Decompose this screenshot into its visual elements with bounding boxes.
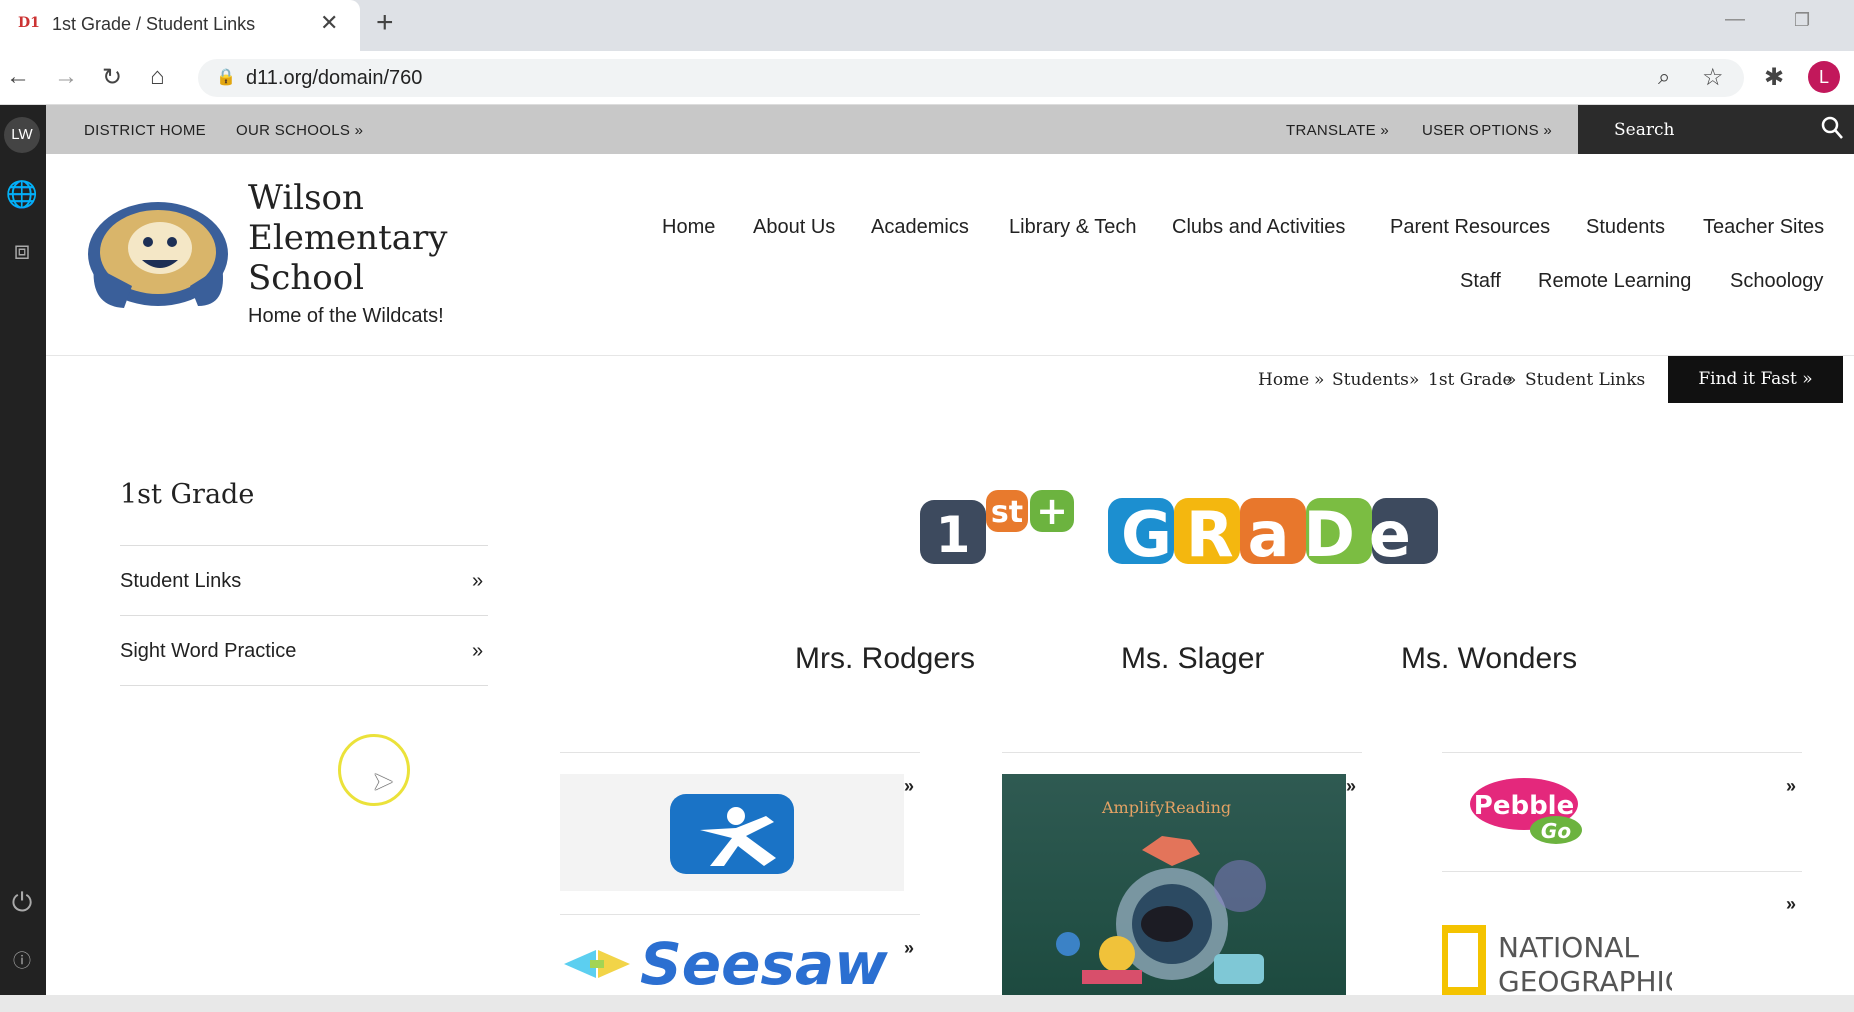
extensions-puzzle-icon[interactable]: ✱ — [1764, 63, 1784, 92]
sidebar-item-arrow[interactable]: » — [472, 570, 483, 593]
globe-icon[interactable]: 🌐 — [4, 179, 40, 210]
seesaw-link[interactable]: Seesaw — [560, 930, 904, 995]
xtramath-arrow[interactable]: » — [904, 776, 914, 797]
nav-students[interactable]: Students — [1586, 216, 1665, 239]
pebble-go-wordmark: Go — [1541, 819, 1571, 843]
national-geographic-link[interactable]: NATIONAL GEOGRAPHIC — [1442, 925, 1672, 997]
nav-remote-learning[interactable]: Remote Learning — [1538, 270, 1691, 293]
natgeo-line1: NATIONAL — [1498, 931, 1639, 964]
nav-clubs-activities[interactable]: Clubs and Activities — [1172, 216, 1345, 239]
link-divider — [1442, 871, 1802, 872]
power-icon[interactable]: ⏻ — [4, 887, 40, 919]
bookmark-star-icon[interactable]: ☆ — [1702, 63, 1724, 92]
breadcrumb-home[interactable]: Home — [1258, 370, 1309, 390]
school-name-line3[interactable]: School — [248, 258, 364, 298]
school-tagline: Home of the Wildcats! — [248, 305, 444, 327]
nav-parent-resources[interactable]: Parent Resources — [1390, 216, 1550, 239]
translate-menu[interactable]: TRANSLATE » — [1286, 122, 1389, 139]
site-search-input[interactable]: Search — [1578, 105, 1854, 154]
school-name-line1[interactable]: Wilson — [248, 178, 364, 218]
help-icon[interactable]: ⓘ — [4, 947, 40, 973]
restore-window-icon[interactable]: ❐ — [1794, 10, 1810, 31]
browser-tab-bar: D1 1st Grade / Student Links ✕ + — ❐ — [0, 0, 1854, 51]
sidebar-item-arrow[interactable]: » — [472, 640, 483, 663]
pebblego-arrow[interactable]: » — [1786, 776, 1796, 797]
browser-bottom-edge — [0, 995, 1854, 1012]
wildcat-logo[interactable] — [80, 196, 232, 316]
column-divider — [560, 752, 920, 753]
xtramath-logo-icon — [670, 794, 794, 874]
mouse-pointer-icon: ➤ — [372, 766, 394, 796]
teacher-heading-slager: Ms. Slager — [1121, 642, 1265, 675]
address-bar-row: ← → ↻ ⌂ 🔒 d11.org/domain/760 ⌕ ☆ ✱ L — [0, 51, 1854, 105]
breadcrumb-separator: » — [1314, 370, 1325, 390]
back-icon[interactable]: ← — [6, 63, 30, 91]
sidebar-divider — [120, 685, 488, 686]
minimize-window-icon[interactable]: — — [1725, 8, 1745, 31]
nav-library-tech[interactable]: Library & Tech — [1009, 216, 1136, 239]
site-favicon-icon: D1 — [18, 15, 40, 31]
nav-academics[interactable]: Academics — [871, 216, 969, 239]
teacher-heading-wonders: Ms. Wonders — [1401, 642, 1578, 675]
pebblego-link[interactable]: Pebble Go — [1470, 776, 1590, 846]
xtramath-link[interactable] — [560, 774, 904, 891]
left-accessibility-toolbar: LW 🌐 ⧈ ⏻ ⓘ — [0, 105, 46, 995]
natgeo-line2: GEOGRAPHIC — [1498, 965, 1672, 997]
seesaw-wordmark: Seesaw — [640, 930, 888, 995]
nav-home[interactable]: Home — [662, 216, 715, 239]
column-divider — [1442, 752, 1802, 753]
link-divider — [560, 914, 920, 915]
banner-word: GRaDe — [1121, 498, 1425, 570]
svg-text:+: + — [1036, 490, 1068, 533]
natgeo-arrow[interactable]: » — [1786, 894, 1796, 915]
nav-staff[interactable]: Staff — [1460, 270, 1501, 293]
nav-about-us[interactable]: About Us — [753, 216, 835, 239]
find-it-fast-button[interactable]: Find it Fast » — [1668, 356, 1843, 403]
user-options-menu[interactable]: USER OPTIONS » — [1422, 122, 1552, 139]
url-text: d11.org/domain/760 — [246, 67, 423, 89]
nav-schoology[interactable]: Schoology — [1730, 270, 1823, 293]
sidebar-divider — [120, 615, 488, 616]
reload-icon[interactable]: ↻ — [102, 63, 122, 92]
user-avatar[interactable]: LW — [4, 117, 40, 153]
sidebar-heading: 1st Grade — [120, 479, 255, 510]
seesaw-arrow[interactable]: » — [904, 938, 914, 959]
school-name-line2[interactable]: Elementary — [248, 218, 447, 258]
amplify-arrow[interactable]: » — [1346, 776, 1356, 797]
search-icon[interactable] — [1820, 115, 1844, 141]
profile-avatar[interactable]: L — [1808, 61, 1840, 93]
sidebar-divider — [120, 545, 488, 546]
teacher-heading-rodgers: Mrs. Rodgers — [795, 642, 976, 675]
amplify-reading-link[interactable]: AmplifyReading — [1002, 774, 1346, 995]
lock-icon: 🔒 — [216, 69, 236, 86]
breadcrumb-student-links: Student Links — [1525, 370, 1646, 390]
home-icon[interactable]: ⌂ — [150, 63, 165, 91]
first-grade-banner: 1 st + GRaDe — [920, 490, 1438, 570]
breadcrumb-students[interactable]: Students — [1332, 370, 1409, 390]
our-schools-menu[interactable]: OUR SCHOOLS » — [236, 122, 363, 139]
puzzle-tools-icon[interactable]: ⧈ — [4, 235, 40, 267]
sidebar-item-sight-word-practice[interactable]: Sight Word Practice — [120, 640, 296, 663]
search-placeholder: Search — [1614, 120, 1675, 140]
url-input[interactable]: 🔒 d11.org/domain/760 ⌕ ☆ — [198, 59, 1744, 97]
tab-title: 1st Grade / Student Links — [52, 14, 256, 34]
district-home-link[interactable]: DISTRICT HOME — [84, 122, 206, 139]
sidebar-item-student-links[interactable]: Student Links — [120, 570, 241, 593]
nav-teacher-sites[interactable]: Teacher Sites — [1703, 216, 1824, 239]
breadcrumb-separator: » — [1409, 370, 1420, 390]
column-divider — [1002, 752, 1362, 753]
banner-number: 1 — [936, 506, 971, 564]
close-tab-icon[interactable]: ✕ — [320, 10, 338, 36]
new-tab-button[interactable]: + — [376, 6, 394, 40]
forward-icon[interactable]: → — [54, 63, 78, 91]
breadcrumb-1st-grade[interactable]: 1st Grade — [1428, 370, 1513, 390]
breadcrumb-separator: » — [1506, 370, 1517, 390]
zoom-icon[interactable]: ⌕ — [1658, 64, 1670, 90]
header-divider — [46, 355, 1854, 356]
amplify-illustration — [1056, 836, 1266, 984]
banner-suffix: st — [991, 495, 1023, 530]
browser-tab[interactable]: D1 1st Grade / Student Links ✕ — [0, 0, 360, 51]
